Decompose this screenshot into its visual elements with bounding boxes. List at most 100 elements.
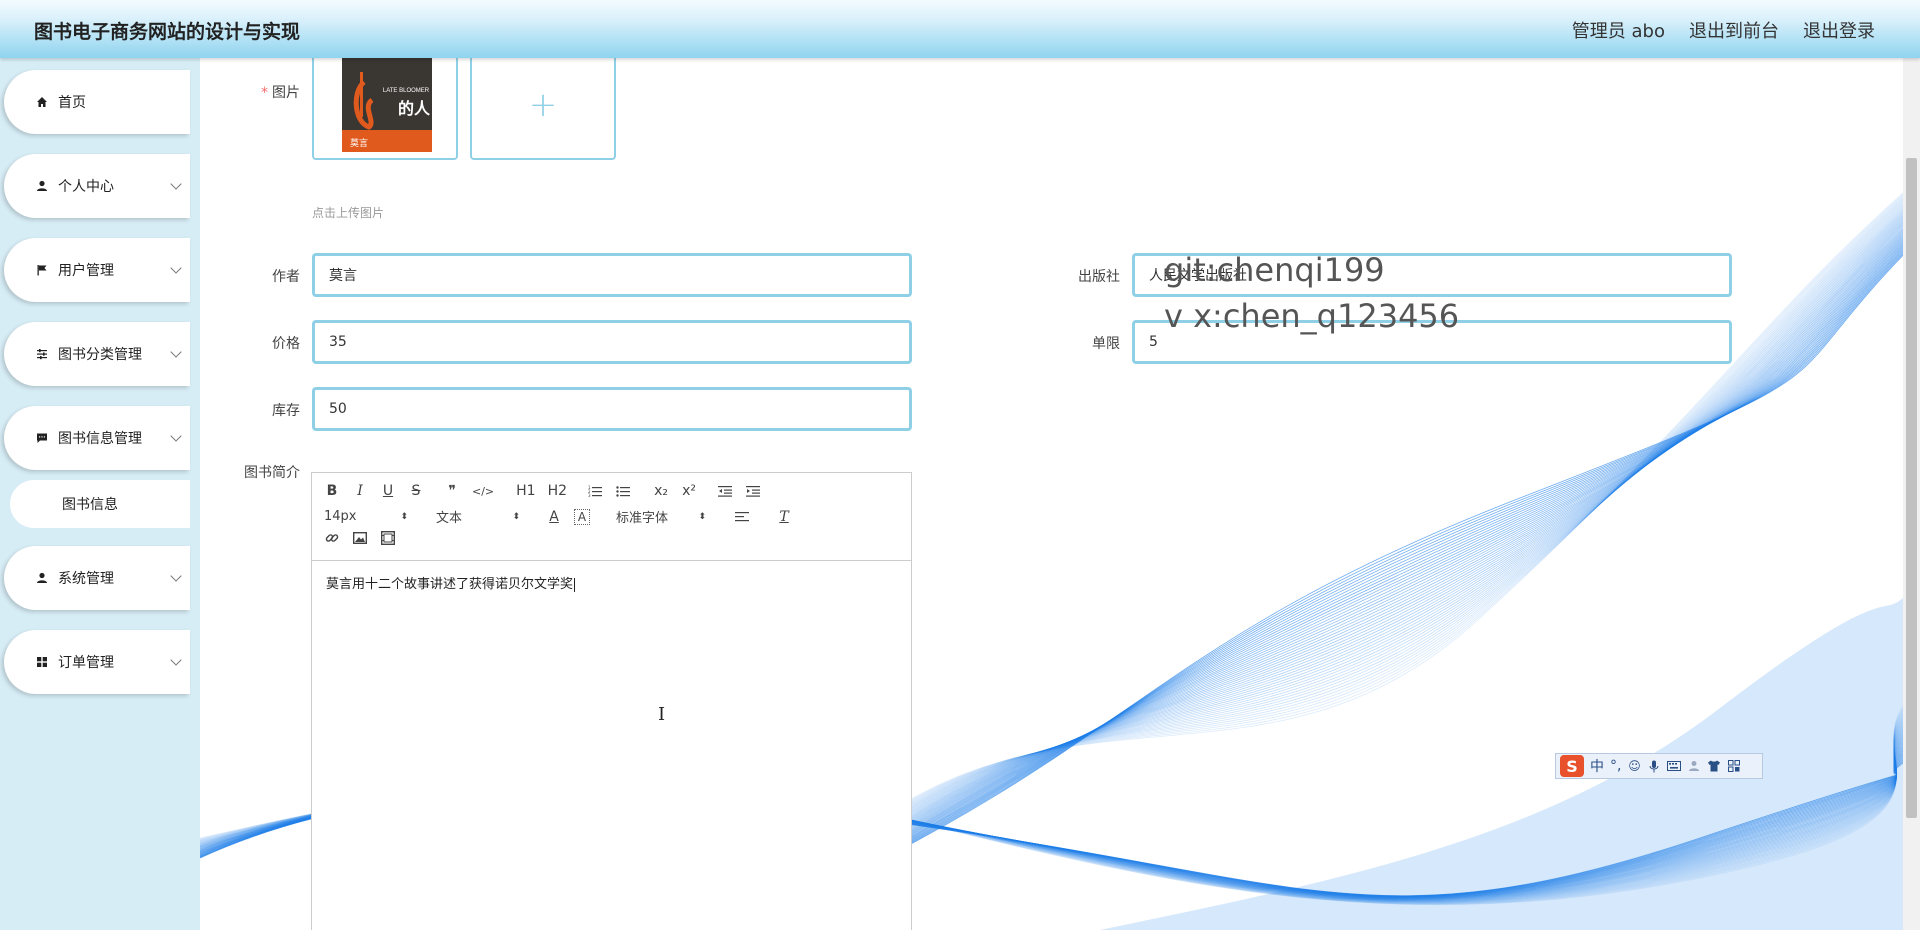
outdent-icon[interactable] [717, 485, 733, 497]
sidebar-item-home[interactable]: 首页 [4, 70, 190, 134]
scrollbar-thumb[interactable] [1906, 158, 1917, 818]
keyboard-icon[interactable] [1667, 759, 1682, 773]
editor-content[interactable]: 莫言用十二个故事讲述了获得诺贝尔文学奖 [312, 561, 911, 604]
sidebar-item-user-management[interactable]: 用户管理 [4, 238, 190, 302]
sidebar-item-category-management[interactable]: 图书分类管理 [4, 322, 190, 386]
strike-button[interactable]: S [408, 483, 424, 499]
rich-text-editor: B I U S ❞ </> H1 H2 123 x₂ x² 14px ⬍ 文本 … [311, 472, 912, 930]
underline-button[interactable]: U [380, 483, 396, 499]
header-links: 管理员 abo 退出到前台 退出登录 [1572, 17, 1875, 43]
indent-icon[interactable] [745, 485, 761, 497]
background-color-icon[interactable]: A [574, 508, 590, 525]
logout-link[interactable]: 退出登录 [1803, 17, 1875, 43]
sidebar-item-label: 首页 [58, 95, 86, 111]
chevron-down-icon [170, 654, 182, 666]
author-input[interactable]: 莫言 [312, 253, 912, 297]
price-input[interactable]: 35 [312, 320, 912, 364]
author-label: 作者 [272, 269, 300, 285]
grid-icon [34, 654, 50, 670]
user-icon [34, 570, 50, 586]
message-icon [34, 430, 50, 446]
watermark-line-2: v x:chen_q123456 [1164, 297, 1460, 335]
uploaded-book-cover[interactable]: LATE BLOOMER 的人 莫言 [312, 58, 458, 160]
toolbar-row-3 [324, 531, 396, 545]
video-insert-icon[interactable] [380, 531, 396, 545]
page-scrollbar[interactable] [1903, 58, 1920, 930]
image-insert-icon[interactable] [352, 532, 368, 544]
upload-add-button[interactable]: + [470, 58, 616, 160]
chevron-down-icon [170, 430, 182, 442]
exit-to-frontend-link[interactable]: 退出到前台 [1689, 17, 1779, 43]
sidebar-item-personal-center[interactable]: 个人中心 [4, 154, 190, 218]
text-caret [574, 577, 576, 592]
sidebar-subitem-label: 图书信息 [62, 497, 118, 513]
toolbar-row-1: B I U S ❞ </> H1 H2 123 x₂ x² [324, 483, 761, 499]
book-cover-image: LATE BLOOMER 的人 莫言 [314, 58, 456, 158]
stock-input[interactable]: 50 [312, 387, 912, 431]
blockquote-button[interactable]: ❞ [444, 483, 460, 499]
skin-shirt-icon[interactable] [1707, 759, 1721, 773]
limit-label: 单限 [1092, 336, 1120, 352]
sidebar-item-book-info-management[interactable]: 图书信息管理 [4, 406, 190, 470]
plus-icon: + [528, 85, 558, 125]
bold-button[interactable]: B [324, 483, 340, 499]
link-icon[interactable] [324, 531, 340, 545]
book-cover-big-text: 的人 [398, 99, 431, 118]
price-label: 价格 [272, 336, 300, 352]
emoji-icon[interactable]: ☺ [1627, 759, 1641, 773]
publisher-label: 出版社 [1078, 269, 1120, 285]
admin-user-link[interactable]: 管理员 abo [1572, 17, 1665, 43]
chevron-down-icon [170, 262, 182, 274]
ime-language-toggle[interactable]: 中 [1590, 756, 1604, 776]
align-icon[interactable] [734, 511, 750, 523]
sidebar-item-order-management[interactable]: 订单管理 [4, 630, 190, 694]
italic-button[interactable]: I [352, 483, 368, 499]
image-label: * 图片 [261, 85, 300, 101]
text-cursor-icon: I [658, 704, 666, 725]
microphone-icon[interactable] [1647, 759, 1661, 773]
sidebar-item-label: 用户管理 [58, 263, 114, 279]
font-color-icon[interactable]: A [546, 509, 562, 525]
ime-punctuation-toggle[interactable]: °, [1610, 758, 1621, 774]
clear-format-icon[interactable]: T [776, 509, 792, 525]
font-size-select[interactable]: 14px ⬍ [324, 509, 408, 524]
superscript-button[interactable]: x² [681, 483, 697, 499]
top-header-bar: 图书电子商务网站的设计与实现 管理员 abo 退出到前台 退出登录 [0, 0, 1920, 58]
intro-label: 图书简介 [244, 465, 300, 481]
sidebar-item-label: 系统管理 [58, 571, 114, 587]
ime-toolbar[interactable]: S 中 °, ☺ [1555, 753, 1763, 779]
stock-label: 库存 [272, 403, 300, 419]
toolbar-row-2: 14px ⬍ 文本 ⬍ A A 标准字体 ⬍ T [324, 507, 792, 526]
bullet-list-icon[interactable] [615, 485, 631, 497]
watermark-line-1: git:chenqi199 [1164, 251, 1385, 289]
sogou-logo-icon: S [1560, 755, 1584, 777]
main-content: * 图片 LATE BLOOMER 的人 莫言 + 点击上传图片 作者 莫言 出版… [200, 58, 1903, 930]
book-cover-top-text: LATE BLOOMER [383, 88, 430, 94]
sidebar-item-system-management[interactable]: 系统管理 [4, 546, 190, 610]
sidebar-subitem-book-info[interactable]: 图书信息 [10, 480, 190, 528]
user-settings-icon[interactable] [1687, 759, 1701, 773]
home-icon [34, 94, 50, 110]
sidebar-item-label: 图书信息管理 [58, 431, 142, 447]
sidebar-item-label: 个人中心 [58, 179, 114, 195]
intro-text: 莫言用十二个故事讲述了获得诺贝尔文学奖 [326, 577, 574, 592]
ordered-list-icon[interactable]: 123 [587, 485, 603, 497]
user-icon [34, 178, 50, 194]
font-family-select[interactable]: 标准字体 ⬍ [616, 507, 706, 526]
site-title: 图书电子商务网站的设计与实现 [34, 21, 301, 43]
sidebar-item-label: 图书分类管理 [58, 347, 142, 363]
svg-text:3: 3 [588, 493, 591, 497]
chevron-down-icon [170, 178, 182, 190]
heading2-button[interactable]: H2 [548, 483, 567, 499]
code-block-button[interactable]: </> [472, 485, 494, 498]
chevron-down-icon [170, 346, 182, 358]
sliders-icon [34, 346, 50, 362]
book-cover-bottom-text: 莫言 [350, 137, 368, 149]
heading1-button[interactable]: H1 [516, 483, 535, 499]
sidebar-item-label: 订单管理 [58, 655, 114, 671]
toolbox-grid-icon[interactable] [1727, 759, 1741, 773]
text-type-select[interactable]: 文本 ⬍ [436, 507, 520, 526]
subscript-button[interactable]: x₂ [653, 483, 669, 499]
sidebar: 首页 个人中心 用户管理 图书分类管理 图书信息管理 图书信息 系统管理 订单管… [0, 58, 200, 930]
chevron-down-icon [170, 570, 182, 582]
